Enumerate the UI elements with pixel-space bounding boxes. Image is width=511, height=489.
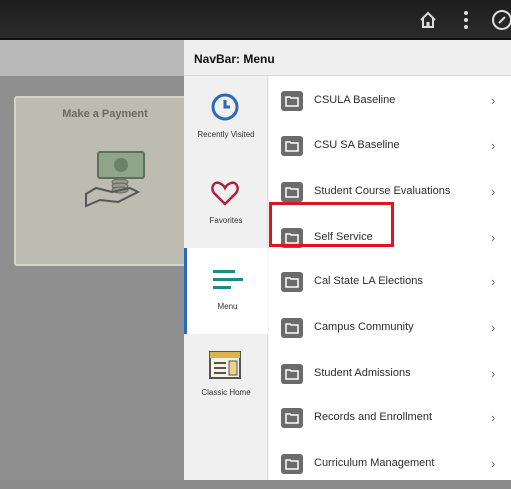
folder-icon	[281, 364, 303, 384]
rail-item-label: Menu	[217, 302, 238, 311]
kebab-menu-icon[interactable]	[454, 8, 478, 32]
chevron-right-icon: ›	[491, 93, 496, 108]
menu-item-label: Campus Community	[314, 321, 414, 333]
top-banner	[0, 0, 511, 40]
menu-item-self-service[interactable]: Self Service ›	[269, 218, 511, 263]
menu-item-student-course-evaluations[interactable]: Student Course Evaluations ›	[269, 172, 511, 217]
payment-hand-icon	[82, 148, 152, 215]
menu-item-csula-baseline[interactable]: CSULA Baseline ›	[269, 81, 511, 126]
menu-item-student-admissions[interactable]: Student Admissions ›	[269, 354, 511, 399]
compass-icon[interactable]	[490, 8, 511, 32]
navbar-title: NavBar: Menu	[184, 40, 511, 76]
chevron-right-icon: ›	[491, 138, 496, 153]
menu-item-label: Curriculum Management	[314, 457, 435, 469]
folder-icon	[281, 228, 303, 248]
chevron-right-icon: ›	[491, 456, 496, 471]
folder-icon	[281, 318, 303, 338]
menu-item-campus-community[interactable]: Campus Community ›	[269, 308, 511, 353]
folder-icon	[281, 454, 303, 474]
tile-title: Make a Payment	[62, 108, 148, 120]
make-payment-tile[interactable]: Make a Payment	[14, 96, 196, 266]
folder-icon	[281, 408, 303, 428]
menu-list: CSULA Baseline › CSU SA Baseline › Stude…	[269, 76, 511, 480]
menu-lines-icon	[211, 262, 245, 296]
rail-item-favorites[interactable]: Favorites	[184, 162, 268, 248]
rail-item-label: Favorites	[209, 216, 243, 225]
menu-item-label: Self Service	[314, 231, 373, 243]
menu-item-label: Cal State LA Elections	[314, 275, 423, 287]
menu-item-records-and-enrollment[interactable]: Records and Enrollment ›	[269, 398, 511, 443]
chevron-right-icon: ›	[491, 410, 496, 425]
folder-icon	[281, 136, 303, 156]
folder-icon	[281, 91, 303, 111]
folder-icon	[281, 272, 303, 292]
menu-item-label: CSULA Baseline	[314, 94, 396, 106]
chevron-right-icon: ›	[491, 274, 496, 289]
folder-icon	[281, 182, 303, 202]
navbar-panel: NavBar: Menu Recently Visited Favorites …	[184, 40, 511, 480]
menu-item-label: Student Admissions	[314, 367, 411, 379]
menu-item-curriculum-management[interactable]: Curriculum Management ›	[269, 444, 511, 489]
chevron-right-icon: ›	[491, 366, 496, 381]
home-icon[interactable]	[416, 8, 440, 32]
chevron-right-icon: ›	[491, 320, 496, 335]
heart-icon	[208, 176, 242, 210]
menu-item-label: Records and Enrollment	[314, 411, 433, 423]
rail-item-label: Recently Visited	[197, 130, 255, 139]
header-strip	[0, 40, 184, 76]
menu-item-cal-state-la-elections[interactable]: Cal State LA Elections ›	[269, 262, 511, 307]
menu-item-csu-sa-baseline[interactable]: CSU SA Baseline ›	[269, 126, 511, 171]
rail-item-label: Classic Home	[201, 388, 251, 397]
chevron-right-icon: ›	[491, 230, 496, 245]
rail-item-classic-home[interactable]: Classic Home	[184, 334, 268, 420]
rail-item-recently-visited[interactable]: Recently Visited	[184, 76, 268, 162]
menu-item-label: Student Course Evaluations	[314, 185, 451, 197]
menu-item-label: CSU SA Baseline	[314, 139, 400, 151]
clock-icon	[208, 90, 242, 124]
rail-item-menu[interactable]: Menu	[184, 248, 268, 334]
classic-home-icon	[208, 348, 242, 382]
navbar-rail: Recently Visited Favorites Menu Classic …	[184, 76, 268, 480]
chevron-right-icon: ›	[491, 184, 496, 199]
